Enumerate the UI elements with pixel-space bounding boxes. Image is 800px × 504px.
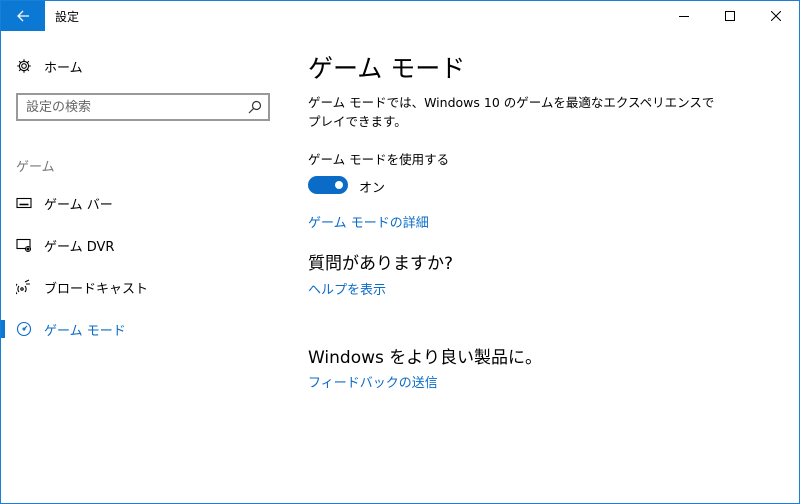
section-title: ゲーム [16, 160, 55, 175]
sidebar-item-label: ゲーム DVR [44, 239, 115, 255]
toggle-knob [335, 181, 343, 189]
sidebar-item-game-bar[interactable]: ゲーム バー [1, 188, 291, 218]
gear-icon [15, 57, 33, 75]
feedback-heading: Windows をより良い製品に。 [308, 348, 542, 368]
sidebar-item-label: ブロードキャスト [44, 281, 149, 297]
search-box [16, 93, 270, 121]
window-title: 設定 [55, 10, 80, 24]
toggle-label: ゲーム モードを使用する [308, 152, 450, 167]
sidebar-item-label: ゲーム バー [44, 197, 113, 213]
sidebar-item-label: ホーム [44, 60, 83, 76]
game-dvr-icon [15, 236, 33, 254]
sidebar-item-broadcast[interactable]: ブロードキャスト [1, 272, 291, 302]
active-indicator [1, 320, 5, 338]
game-mode-icon [15, 320, 33, 338]
game-mode-toggle[interactable] [308, 176, 348, 194]
maximize-icon [725, 11, 735, 21]
back-button[interactable] [1, 1, 45, 31]
game-bar-icon [15, 194, 33, 212]
search-input[interactable] [18, 95, 246, 119]
help-link[interactable]: ヘルプを表示 [308, 279, 386, 298]
back-arrow-icon [17, 10, 29, 22]
sidebar: ホーム ゲーム ゲーム バー ゲーム DVR [1, 31, 291, 503]
close-button[interactable] [753, 1, 799, 31]
maximize-button[interactable] [707, 1, 753, 31]
minimize-icon [679, 16, 689, 17]
search-icon[interactable] [248, 100, 262, 114]
feedback-link[interactable]: フィードバックの送信 [308, 372, 438, 391]
toggle-state-text: オン [359, 181, 386, 196]
page-title: ゲーム モード [308, 54, 466, 83]
close-icon [771, 11, 781, 21]
sidebar-item-label: ゲーム モード [44, 323, 126, 339]
page-description: ゲーム モードでは、Windows 10 のゲームを最適なエクスペリエンスでプレ… [308, 95, 715, 129]
sidebar-item-home[interactable]: ホーム [1, 53, 291, 79]
minimize-button[interactable] [661, 1, 707, 31]
settings-window: 設定 ホーム ゲーム [0, 0, 800, 504]
sidebar-item-game-dvr[interactable]: ゲーム DVR [1, 230, 291, 260]
broadcast-icon [15, 278, 33, 296]
game-mode-details-link[interactable]: ゲーム モードの詳細 [308, 212, 429, 231]
question-heading: 質問がありますか? [308, 254, 454, 274]
sidebar-item-game-mode[interactable]: ゲーム モード [1, 314, 291, 344]
title-bar: 設定 [1, 1, 799, 31]
